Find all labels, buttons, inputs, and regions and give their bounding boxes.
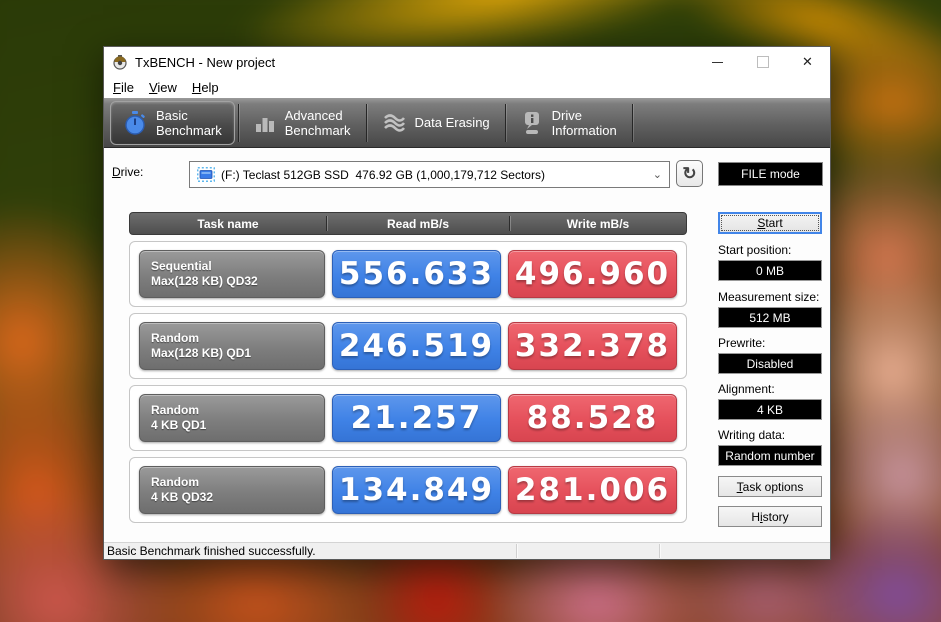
bar-chart-icon	[254, 112, 276, 134]
drive-info-icon	[521, 111, 543, 135]
table-row: Random4 KB QD1 21.257 88.528	[129, 385, 687, 451]
menu-bar: File View Help	[104, 77, 830, 98]
toolbar-separator	[238, 104, 239, 142]
measurement-size-field[interactable]: 512 MB	[718, 307, 822, 328]
task-button-random-4kb-qd32[interactable]: Random4 KB QD32	[139, 466, 325, 514]
measurement-size-label: Measurement size:	[718, 290, 819, 304]
prewrite-field[interactable]: Disabled	[718, 353, 822, 374]
chevron-down-icon[interactable]: ⌄	[653, 168, 662, 181]
client-area: Drive: (F:) Teclast 512GB SSD 476.92 GB …	[104, 148, 830, 542]
status-bar: Basic Benchmark finished successfully.	[104, 542, 830, 559]
read-value: 21.257	[332, 394, 501, 442]
task-options-button[interactable]: Task options	[718, 476, 822, 497]
title-bar[interactable]: TxBENCH - New project ✕	[104, 47, 830, 77]
maximize-button[interactable]	[740, 47, 785, 77]
read-value: 556.633	[332, 250, 501, 298]
alignment-label: Alignment:	[718, 382, 775, 396]
status-separator	[516, 544, 517, 558]
screen: TxBENCH - New project ✕ File View Help	[0, 0, 941, 622]
task-button-random-qd1[interactable]: RandomMax(128 KB) QD1	[139, 322, 325, 370]
write-value: 332.378	[508, 322, 677, 370]
start-position-label: Start position:	[718, 243, 791, 257]
drive-icon	[197, 167, 215, 182]
toolbar-separator	[505, 104, 506, 142]
write-value: 281.006	[508, 466, 677, 514]
tab-data-erasing[interactable]: Data Erasing	[370, 102, 502, 144]
prewrite-label: Prewrite:	[718, 336, 765, 350]
txbench-window: TxBENCH - New project ✕ File View Help	[103, 46, 831, 560]
table-row: SequentialMax(128 KB) QD32 556.633 496.9…	[129, 241, 687, 307]
close-button[interactable]: ✕	[785, 47, 830, 77]
menu-file[interactable]: File	[113, 80, 134, 95]
app-icon	[112, 54, 128, 70]
refresh-drives-button[interactable]: ↻	[676, 160, 703, 187]
close-icon: ✕	[802, 54, 813, 70]
writing-data-label: Writing data:	[718, 428, 785, 442]
start-button[interactable]: Start	[718, 212, 822, 234]
settings-panel: Start Start position: 0 MB Measurement s…	[718, 148, 822, 542]
history-button[interactable]: History	[718, 506, 822, 527]
alignment-field[interactable]: 4 KB	[718, 399, 822, 420]
toolbar-separator	[366, 104, 367, 142]
menu-view[interactable]: View	[149, 80, 177, 95]
task-button-random-4kb-qd1[interactable]: Random4 KB QD1	[139, 394, 325, 442]
table-row: RandomMax(128 KB) QD1 246.519 332.378	[129, 313, 687, 379]
window-controls: ✕	[695, 47, 830, 77]
results-header: Task name Read mB/s Write mB/s	[129, 212, 687, 235]
toolbar-separator	[632, 104, 633, 142]
drive-selected-value: (F:) Teclast 512GB SSD 476.92 GB (1,000,…	[221, 168, 647, 182]
read-value: 246.519	[332, 322, 501, 370]
tab-basic-benchmark[interactable]: BasicBenchmark	[110, 101, 235, 145]
status-separator	[659, 544, 660, 558]
column-read: Read mB/s	[327, 217, 509, 231]
refresh-icon: ↻	[682, 164, 696, 184]
tab-advanced-benchmark[interactable]: AdvancedBenchmark	[242, 102, 363, 144]
minimize-icon	[712, 62, 723, 63]
tab-drive-information[interactable]: DriveInformation	[509, 102, 629, 144]
results-table: SequentialMax(128 KB) QD32 556.633 496.9…	[129, 241, 687, 523]
table-row: Random4 KB QD32 134.849 281.006	[129, 457, 687, 523]
writing-data-field[interactable]: Random number	[718, 445, 822, 466]
column-task-name: Task name	[130, 217, 326, 231]
maximize-icon	[757, 56, 769, 68]
window-title: TxBENCH - New project	[135, 55, 275, 70]
toolbar: BasicBenchmark AdvancedBenchmark Data Er	[104, 98, 830, 148]
read-value: 134.849	[332, 466, 501, 514]
drive-combobox[interactable]: (F:) Teclast 512GB SSD 476.92 GB (1,000,…	[189, 161, 670, 188]
drive-label: Drive:	[112, 165, 143, 179]
task-button-sequential-qd32[interactable]: SequentialMax(128 KB) QD32	[139, 250, 325, 298]
eraser-icon	[382, 113, 406, 133]
status-message: Basic Benchmark finished successfully.	[107, 544, 316, 558]
write-value: 88.528	[508, 394, 677, 442]
menu-help[interactable]: Help	[192, 80, 219, 95]
write-value: 496.960	[508, 250, 677, 298]
column-write: Write mB/s	[510, 217, 686, 231]
start-position-field[interactable]: 0 MB	[718, 260, 822, 281]
stopwatch-icon	[123, 110, 147, 136]
minimize-button[interactable]	[695, 47, 740, 77]
